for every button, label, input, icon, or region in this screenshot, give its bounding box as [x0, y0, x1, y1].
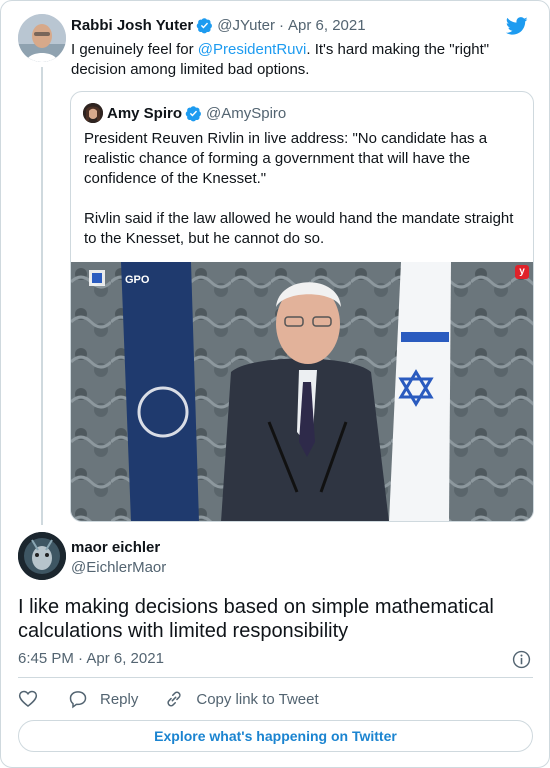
quote-paragraph-2: Rivlin said if the law allowed he would … — [84, 210, 514, 247]
embedded-tweet-card: Rabbi Josh Yuter @JYuter · Apr 6, 2021 I… — [0, 0, 550, 768]
quote-author-name[interactable]: Amy Spiro — [107, 105, 182, 122]
copy-link-button[interactable]: Copy link to Tweet — [164, 689, 319, 709]
parent-author-row: Rabbi Josh Yuter @JYuter · Apr 6, 2021 — [71, 17, 366, 34]
copy-link-label: Copy link to Tweet — [196, 690, 319, 708]
like-button[interactable] — [18, 689, 38, 709]
separator-dot: · — [279, 17, 285, 34]
parent-text-start: I genuinely feel for — [71, 41, 198, 58]
channel-badge: y — [515, 265, 529, 279]
parent-date[interactable]: Apr 6, 2021 — [288, 17, 366, 34]
reply-timestamp[interactable]: 6:45 PM · Apr 6, 2021 — [18, 650, 164, 667]
reply-author-handle[interactable]: @EichlerMaor — [71, 559, 166, 576]
quoted-tweet[interactable]: Amy Spiro @AmySpiro President Reuven Riv… — [70, 91, 534, 522]
avatar-amy-spiro[interactable] — [83, 103, 103, 123]
link-icon — [167, 691, 181, 707]
mention-link[interactable]: @PresidentRuvi — [198, 41, 307, 58]
avatar-josh-yuter[interactable] — [18, 14, 66, 62]
parent-author-handle[interactable]: @JYuter — [217, 17, 275, 34]
reply-author-name[interactable]: maor eichler — [71, 539, 160, 556]
info-icon[interactable] — [512, 650, 531, 669]
quote-author-handle[interactable]: @AmySpiro — [206, 105, 286, 122]
gpo-watermark: GPO — [125, 274, 150, 286]
avatar-maor-eichler[interactable] — [18, 532, 66, 580]
thread-connector-line — [41, 67, 43, 525]
reply-label: Reply — [100, 690, 139, 708]
parent-tweet-text: I genuinely feel for @PresidentRuvi. It'… — [71, 40, 531, 80]
twitter-bird-icon[interactable] — [505, 15, 529, 37]
quote-author-row: Amy Spiro @AmySpiro — [107, 105, 286, 122]
divider — [18, 677, 533, 678]
quote-paragraph-1: President Reuven Rivlin in live address:… — [84, 130, 488, 187]
reply-tweet-text: I like making decisions based on simple … — [18, 596, 494, 642]
quote-video-media[interactable]: GPO y — [71, 262, 533, 521]
explore-twitter-button[interactable]: Explore what's happening on Twitter — [18, 720, 533, 752]
reply-bubble-icon — [69, 691, 87, 709]
verified-badge-icon — [197, 18, 213, 34]
action-bar: Reply Copy link to Tweet — [18, 689, 345, 709]
reply-button[interactable]: Reply — [68, 689, 138, 709]
parent-author-name[interactable]: Rabbi Josh Yuter — [71, 17, 193, 34]
verified-badge-icon — [185, 106, 201, 122]
heart-icon — [18, 690, 38, 708]
